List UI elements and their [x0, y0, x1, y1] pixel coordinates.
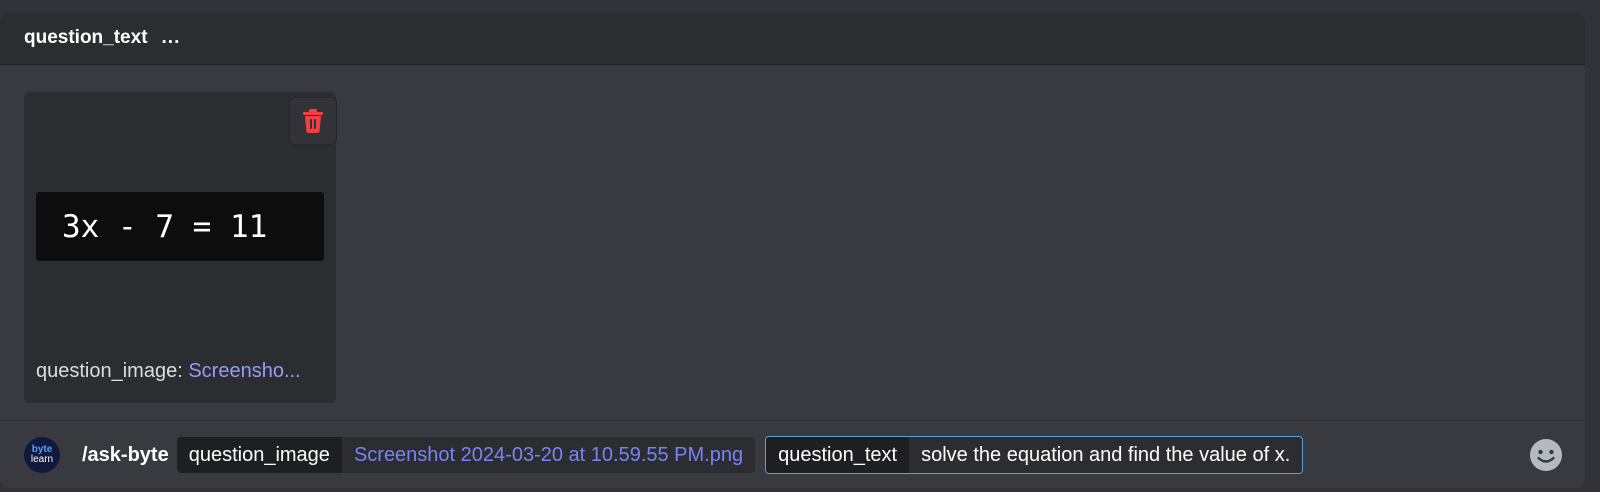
attachment-image-preview[interactable]: 3x - 7 = 11 [36, 192, 324, 261]
option-header: question_text ... [0, 12, 1585, 65]
emoji-smile-icon [1530, 439, 1562, 471]
more-options-ellipsis[interactable]: ... [162, 27, 181, 49]
option-question-image[interactable]: question_image Screenshot 2024-03-20 at … [176, 437, 756, 473]
command-composer-panel: question_text ... 3x - 7 = 11 question_i… [0, 12, 1585, 488]
bot-avatar-text-bottom: learn [30, 454, 54, 465]
divider [0, 420, 1585, 421]
preview-equation-text: 3x - 7 = 11 [62, 208, 268, 245]
slash-command-bar[interactable]: byte learn /ask-byte question_image Scre… [0, 422, 1585, 488]
emoji-picker-button[interactable] [1529, 438, 1563, 472]
option-value[interactable]: Screenshot 2024-03-20 at 10.59.55 PM.png [341, 437, 756, 473]
command-name: /ask-byte [82, 443, 169, 466]
option-question-text[interactable]: question_text solve the equation and fin… [765, 436, 1304, 474]
option-label: question_text [766, 437, 910, 473]
option-label: question_image [176, 437, 342, 473]
option-value-input[interactable]: solve the equation and find the value of… [909, 437, 1303, 473]
delete-attachment-button[interactable] [289, 97, 337, 145]
attachment-caption: question_image: Screensho... [36, 360, 326, 383]
bot-avatar: byte learn [24, 437, 60, 473]
attachment-caption-label: question_image: [36, 360, 189, 382]
attachment-file-link[interactable]: Screensho... [188, 360, 300, 382]
trash-icon [303, 109, 323, 133]
attachment-card[interactable]: 3x - 7 = 11 question_image: Screensho... [24, 92, 337, 403]
option-header-title: question_text [24, 27, 148, 48]
